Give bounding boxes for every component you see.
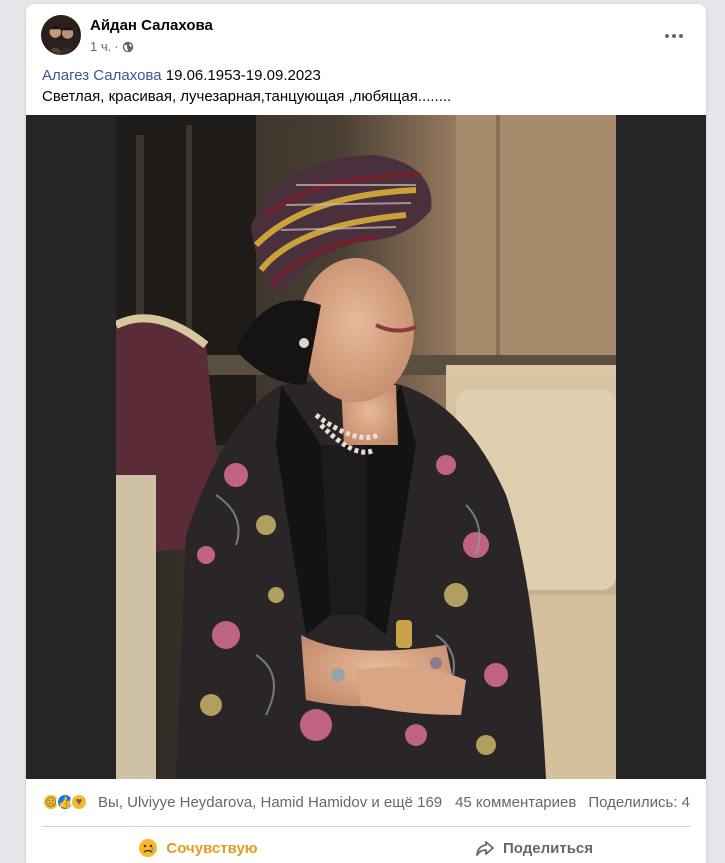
dot-icon [672, 34, 676, 38]
post-text-line1: Алагез Салахова 19.06.1953-19.09.2023 [42, 65, 690, 86]
care-reaction-icon: ♥ [70, 793, 88, 811]
post-header: Айдан Салахова 1 ч. · [26, 4, 706, 62]
sad-reaction-icon [139, 839, 158, 857]
tagged-person-link[interactable]: Алагез Салахова [42, 67, 162, 84]
post-photo[interactable] [26, 115, 706, 779]
dot-icon [679, 34, 683, 38]
post-actions: Сочувствую Поделиться [30, 830, 702, 863]
share-icon [476, 841, 494, 856]
author-avatar[interactable] [41, 15, 81, 55]
photo-image [116, 115, 616, 779]
author-name[interactable]: Айдан Салахова [90, 17, 213, 34]
share-label: Поделиться [502, 839, 594, 857]
meta-separator: · [114, 39, 119, 54]
reaction-summary[interactable]: Вы, Ulviyye Heydarova, Hamid Hamidov и е… [98, 794, 442, 811]
dot-icon [665, 34, 669, 38]
reactions-bar: ☹ 👍 ♥ Вы, Ulviyye Heydarova, Hamid Hamid… [26, 784, 706, 820]
reaction-icons[interactable]: ☹ 👍 ♥ [42, 793, 88, 811]
post-counts: 45 комментариев Поделились: 4 [455, 794, 690, 811]
react-label: Сочувствую [166, 839, 258, 857]
post-text-line2: Светлая, красивая, лучезарная,танцующая … [42, 88, 452, 105]
globe-icon[interactable] [122, 41, 134, 53]
post-meta: 1 ч. · [90, 39, 134, 54]
share-button[interactable]: Поделиться [366, 830, 702, 863]
comments-count[interactable]: 45 комментариев [455, 794, 576, 811]
more-options-button[interactable] [656, 18, 692, 54]
react-button[interactable]: Сочувствую [30, 830, 366, 863]
post-text: Алагез Салахова 19.06.1953-19.09.2023 Св… [42, 65, 690, 107]
shares-count[interactable]: Поделились: 4 [588, 794, 690, 811]
post-time[interactable]: 1 ч. [90, 39, 111, 54]
post-dates: 19.06.1953-19.09.2023 [161, 67, 321, 84]
divider [42, 826, 690, 827]
post-card: Айдан Салахова 1 ч. · Алагез Салахова 19… [26, 4, 706, 863]
